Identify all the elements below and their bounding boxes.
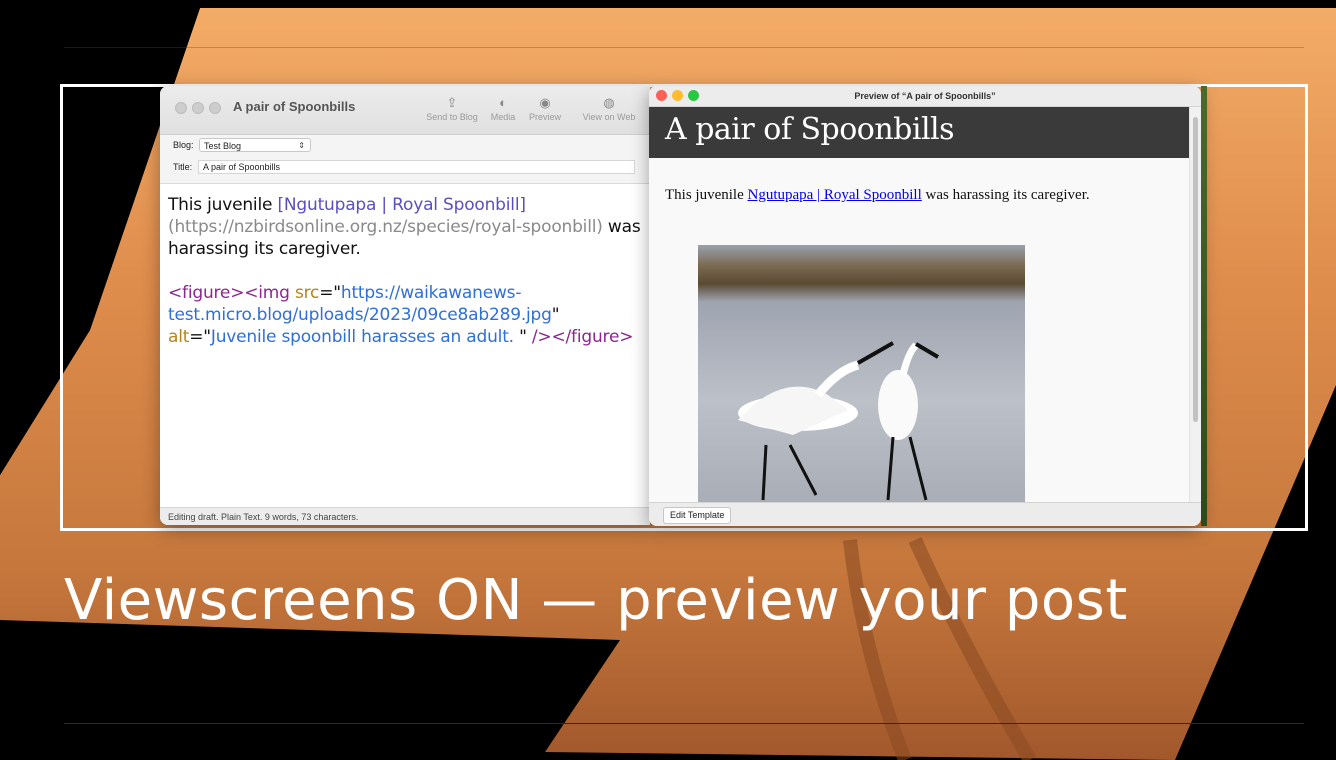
text-run: was harassing its caregiver. — [921, 187, 1090, 203]
preview-bottom-bar: Edit Template — [649, 502, 1201, 526]
link-url: https://nzbirdsonline.org.nz/species/roy… — [174, 217, 597, 237]
send-to-blog-label: Send to Blog — [426, 112, 478, 122]
html-attr: alt — [168, 327, 190, 347]
preview-button[interactable]: ◉ Preview — [526, 94, 564, 122]
title-field[interactable]: A pair of Spoonbills — [198, 160, 635, 174]
post-title: A pair of Spoonbills — [665, 112, 955, 147]
media-button[interactable]: ◐ Media — [488, 94, 518, 122]
blog-select[interactable]: Test Blog ⇕ — [199, 138, 311, 152]
editor-paragraph: <figure><img src="https://waikawanews-te… — [168, 282, 646, 348]
slide-heading: Viewscreens ON — preview your post — [64, 568, 1128, 633]
post-fields: Blog: Test Blog ⇕ Title: A pair of Spoon… — [160, 135, 650, 184]
background-window-edge — [1201, 86, 1207, 526]
edit-template-button[interactable]: Edit Template — [663, 507, 732, 524]
post-link[interactable]: Ngutupapa | Royal Spoonbill — [748, 187, 922, 203]
media-label: Media — [490, 112, 516, 122]
share-icon: ⇪ — [446, 95, 458, 110]
editor-toolbar: A pair of Spoonbills ⇪ Send to Blog ◐ Me… — [160, 86, 650, 135]
preview-titlebar: Preview of “A pair of Spoonbills” — [649, 86, 1201, 107]
preview-content: A pair of Spoonbills This juvenile Ngutu… — [649, 107, 1189, 502]
view-on-web-button[interactable]: ◍ View on Web — [578, 94, 640, 122]
view-on-web-label: View on Web — [582, 112, 636, 122]
scrollbar-thumb[interactable] — [1193, 117, 1198, 422]
vertical-scrollbar[interactable] — [1189, 107, 1201, 502]
blog-label: Blog: — [173, 140, 194, 150]
html-punct: =" — [319, 283, 341, 303]
preview-window-title: Preview of “A pair of Spoonbills” — [854, 91, 996, 101]
editor-paragraph: This juvenile [Ngutupapa | Royal Spoonbi… — [168, 194, 646, 260]
spoonbill-photo — [698, 245, 1025, 502]
html-punct: " — [519, 327, 532, 347]
presentation-slide: A pair of Spoonbills ⇪ Send to Blog ◐ Me… — [0, 0, 1336, 760]
eye-icon: ◉ — [539, 95, 551, 110]
title-label: Title: — [173, 162, 193, 172]
status-bar: Editing draft. Plain Text. 9 words, 73 c… — [160, 507, 650, 525]
title-field-value: A pair of Spoonbills — [203, 162, 281, 172]
post-header: A pair of Spoonbills — [649, 107, 1189, 158]
blog-select-value: Test Blog — [204, 141, 242, 151]
html-punct: " — [551, 305, 560, 325]
preview-window: Preview of “A pair of Spoonbills” A pair… — [649, 86, 1201, 526]
close-button[interactable] — [175, 102, 187, 114]
send-to-blog-button[interactable]: ⇪ Send to Blog — [423, 94, 481, 122]
editor-window: A pair of Spoonbills ⇪ Send to Blog ◐ Me… — [160, 86, 650, 525]
chevron-updown-icon: ⇕ — [298, 141, 305, 150]
html-punct: =" — [189, 327, 211, 347]
text-run: This juvenile — [665, 187, 748, 203]
bottom-divider — [64, 723, 1304, 724]
editor-window-title: A pair of Spoonbills — [233, 99, 356, 114]
post-body: This juvenile Ngutupapa | Royal Spoonbil… — [665, 186, 1135, 205]
text-run: This juvenile — [168, 195, 278, 215]
minimize-button[interactable] — [192, 102, 204, 114]
top-divider — [64, 47, 1304, 48]
link-bracket: ] — [519, 195, 526, 215]
html-attr-value: Juvenile spoonbill harasses an adult. — [210, 327, 520, 347]
html-tag: <figure><img — [168, 283, 295, 303]
media-icon: ◐ — [499, 95, 507, 110]
html-tag: /></figure> — [531, 327, 634, 347]
preview-label: Preview — [528, 112, 561, 122]
html-attr: src — [294, 283, 320, 303]
markdown-editor[interactable]: This juvenile [Ngutupapa | Royal Spoonbi… — [168, 194, 646, 370]
globe-icon: ◍ — [603, 95, 615, 110]
link-text: Ngutupapa | Royal Spoonbill — [283, 195, 520, 215]
zoom-button[interactable] — [209, 102, 221, 114]
